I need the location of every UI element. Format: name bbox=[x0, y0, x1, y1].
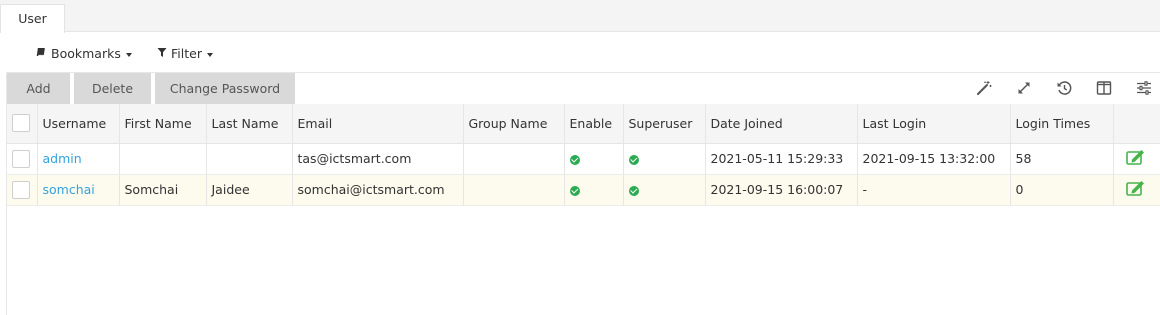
username-link[interactable]: somchai bbox=[43, 182, 95, 197]
tab-bar: User bbox=[0, 0, 1160, 33]
cell-first-name bbox=[119, 143, 207, 175]
top-toolbar: Bookmarks Filter bbox=[0, 33, 1160, 73]
filter-label: Filter bbox=[171, 46, 202, 61]
select-all-cell bbox=[7, 104, 38, 144]
column-header-last-name[interactable]: Last Name bbox=[206, 104, 293, 144]
cell-username: somchai bbox=[37, 174, 120, 206]
cell-actions bbox=[1113, 143, 1160, 175]
cell-superuser bbox=[623, 143, 706, 175]
column-header-email[interactable]: Email bbox=[292, 104, 464, 144]
magic-wand-icon[interactable] bbox=[975, 79, 993, 97]
cell-date-joined: 2021-09-15 16:00:07 bbox=[705, 174, 858, 206]
cell-email: tas@ictsmart.com bbox=[292, 143, 464, 175]
chevron-down-icon bbox=[206, 52, 213, 57]
column-header-login-times[interactable]: Login Times bbox=[1010, 104, 1114, 144]
table-row: admin tas@ictsmart.com 2021-05-11 15:29:… bbox=[7, 143, 1160, 175]
bookmarks-dropdown[interactable]: Bookmarks bbox=[36, 45, 132, 63]
book-icon bbox=[36, 45, 47, 63]
row-select-cell bbox=[7, 143, 38, 175]
row-select-cell bbox=[7, 174, 38, 206]
cell-enable bbox=[564, 143, 624, 175]
cell-last-login: 2021-09-15 13:32:00 bbox=[857, 143, 1011, 175]
check-circle-icon bbox=[569, 154, 580, 165]
filter-icon bbox=[157, 45, 167, 63]
users-panel: Add Delete Change Password Username Firs… bbox=[6, 72, 1160, 315]
check-circle-icon bbox=[628, 185, 639, 196]
cell-date-joined: 2021-05-11 15:29:33 bbox=[705, 143, 858, 175]
column-header-superuser[interactable]: Superuser bbox=[623, 104, 706, 144]
column-header-username[interactable]: Username bbox=[37, 104, 120, 144]
delete-button[interactable]: Delete bbox=[74, 73, 153, 104]
column-header-enable[interactable]: Enable bbox=[564, 104, 624, 144]
table-header-row: Username First Name Last Name Email Grou… bbox=[7, 104, 1160, 144]
check-circle-icon bbox=[628, 154, 639, 165]
column-header-first-name[interactable]: First Name bbox=[119, 104, 207, 144]
check-circle-icon bbox=[569, 185, 580, 196]
chevron-down-icon bbox=[125, 52, 132, 57]
username-link[interactable]: admin bbox=[43, 151, 82, 166]
column-header-actions bbox=[1113, 104, 1160, 144]
history-icon[interactable] bbox=[1055, 79, 1073, 97]
row-checkbox[interactable] bbox=[12, 149, 30, 168]
cell-superuser bbox=[623, 174, 706, 206]
cell-last-name: Jaidee bbox=[206, 174, 293, 206]
table-row: somchai Somchai Jaidee somchai@ictsmart.… bbox=[7, 174, 1160, 206]
select-all-checkbox[interactable] bbox=[12, 114, 30, 133]
cell-login-times: 58 bbox=[1010, 143, 1114, 175]
row-checkbox[interactable] bbox=[12, 180, 30, 199]
expand-icon[interactable] bbox=[1015, 79, 1033, 97]
cell-last-name bbox=[206, 143, 293, 175]
bookmarks-label: Bookmarks bbox=[51, 46, 121, 61]
cell-last-login: - bbox=[857, 174, 1011, 206]
column-header-last-login[interactable]: Last Login bbox=[857, 104, 1011, 144]
tab-user[interactable]: User bbox=[0, 4, 65, 33]
cell-username: admin bbox=[37, 143, 120, 175]
cell-group-name bbox=[463, 143, 565, 175]
settings-sliders-icon[interactable] bbox=[1135, 79, 1153, 97]
cell-enable bbox=[564, 174, 624, 206]
column-header-group-name[interactable]: Group Name bbox=[463, 104, 565, 144]
cell-email: somchai@ictsmart.com bbox=[292, 174, 464, 206]
cell-group-name bbox=[463, 174, 565, 206]
cell-login-times: 0 bbox=[1010, 174, 1114, 206]
edit-icon[interactable] bbox=[1125, 180, 1146, 199]
column-header-date-joined[interactable]: Date Joined bbox=[705, 104, 858, 144]
add-button[interactable]: Add bbox=[7, 73, 72, 104]
cell-actions bbox=[1113, 174, 1160, 206]
change-password-button[interactable]: Change Password bbox=[155, 73, 297, 104]
users-table: Username First Name Last Name Email Grou… bbox=[7, 104, 1160, 206]
columns-icon[interactable] bbox=[1095, 79, 1113, 97]
edit-icon[interactable] bbox=[1125, 149, 1146, 168]
filter-dropdown[interactable]: Filter bbox=[157, 45, 213, 63]
cell-first-name: Somchai bbox=[119, 174, 207, 206]
